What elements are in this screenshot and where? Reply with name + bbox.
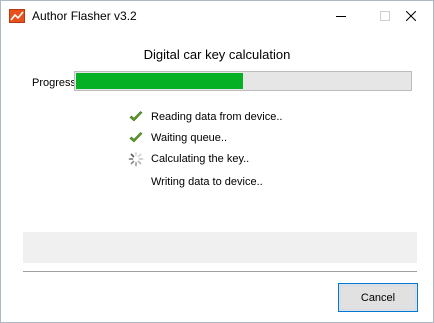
step-label: Waiting queue.. [151,132,228,144]
author-flasher-window: Author Flasher v3.2 Digital car key calc… [0,0,434,323]
progress-bar [74,71,412,91]
title-bar[interactable]: Author Flasher v3.2 [1,1,433,31]
app-flag-icon [9,9,25,23]
progress-bar-fill [76,73,243,89]
step-label: Calculating the key.. [151,153,250,165]
check-icon [128,130,144,146]
cancel-button[interactable]: Cancel [338,283,418,312]
check-icon [128,109,144,125]
minimize-button[interactable] [319,1,363,31]
spinner-icon [128,151,144,167]
status-panel [23,232,417,263]
step-label: Reading data from device.. [151,111,283,123]
progress-label: Progress: [32,77,80,89]
window-title: Author Flasher v3.2 [32,9,137,23]
divider [23,271,417,272]
close-button[interactable] [389,1,433,31]
close-icon [406,11,416,21]
step-label: Writing data to device.. [151,176,263,188]
minimize-icon [336,16,346,17]
dialog-heading: Digital car key calculation [143,47,291,62]
